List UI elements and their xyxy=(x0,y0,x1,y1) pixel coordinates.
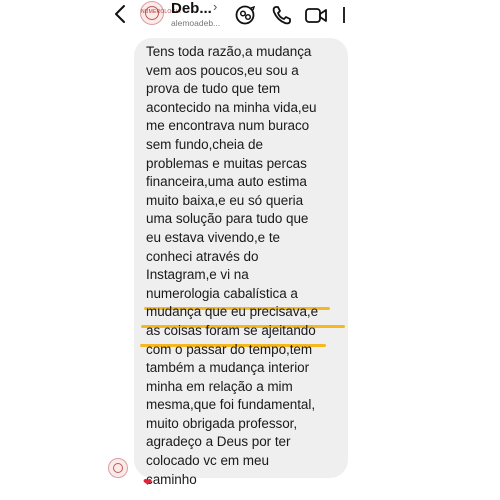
more-icon xyxy=(343,7,345,23)
contact-username[interactable]: alemoadeb... xyxy=(171,18,220,28)
heart-icon[interactable]: ❤ xyxy=(143,476,152,489)
contact-name[interactable]: Deb... xyxy=(171,0,212,17)
video-call-button[interactable] xyxy=(304,4,328,26)
avatar-sync-icon xyxy=(235,5,256,25)
profile-avatar-icon xyxy=(113,463,123,473)
sender-avatar[interactable] xyxy=(108,458,128,478)
contact-avatar[interactable]: NUMEROLOGIA xyxy=(140,1,181,25)
avatar-sync-button[interactable] xyxy=(234,4,258,26)
avatar-logo-text: NUMEROLOGIA xyxy=(141,9,181,15)
phone-icon xyxy=(272,6,291,25)
chevron-left-icon xyxy=(115,5,125,23)
chevron-right-icon[interactable]: › xyxy=(213,0,217,14)
call-button[interactable] xyxy=(270,4,294,26)
video-camera-icon xyxy=(305,8,327,23)
more-button[interactable] xyxy=(340,4,364,26)
message-text: Tens toda razão,a mudança vem aos poucos… xyxy=(146,44,319,487)
back-button[interactable] xyxy=(112,2,128,26)
